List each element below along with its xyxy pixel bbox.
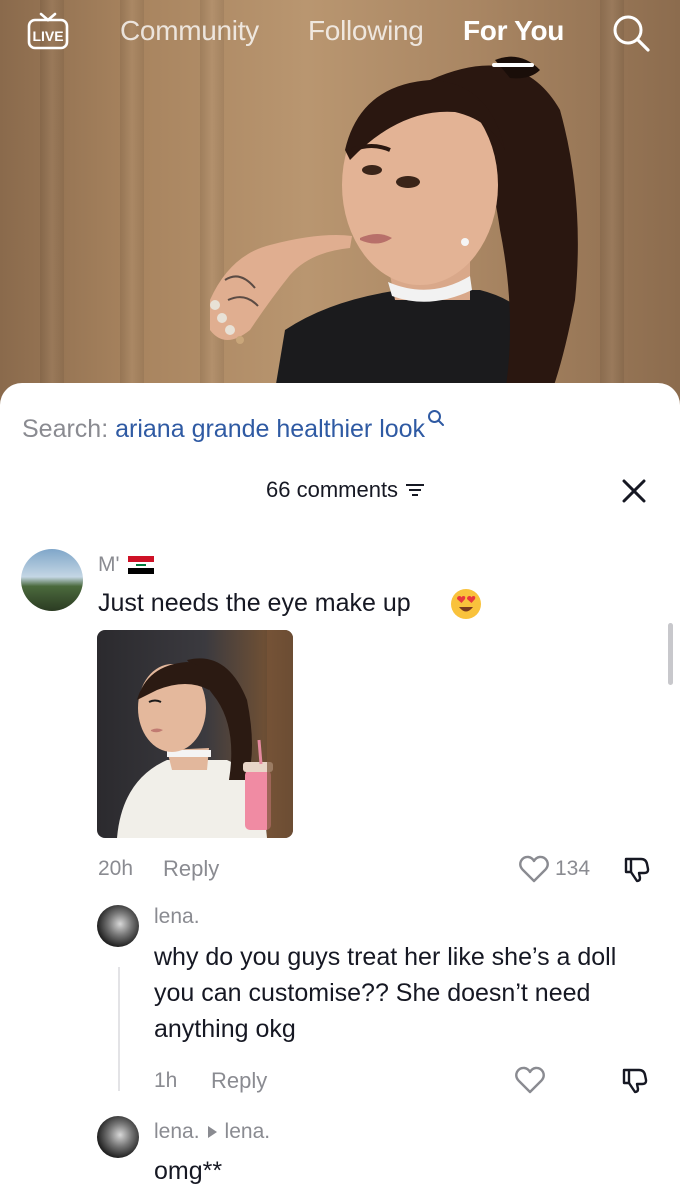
- comment-sort-button[interactable]: 66 comments: [266, 477, 426, 503]
- avatar[interactable]: [21, 549, 83, 611]
- tab-for-you[interactable]: For You: [463, 15, 564, 47]
- filter-icon: [406, 484, 425, 496]
- live-tv-icon[interactable]: LIVE: [26, 10, 70, 54]
- reply-button[interactable]: Reply: [211, 1068, 267, 1094]
- reply-thread-line: [118, 967, 120, 1091]
- related-search-link[interactable]: Search: ariana grande healthier look: [22, 409, 445, 444]
- tab-community[interactable]: Community: [120, 15, 259, 47]
- reply-button[interactable]: Reply: [163, 856, 219, 882]
- like-count: 134: [555, 857, 591, 880]
- reply-to-username[interactable]: lena.: [225, 1120, 271, 1144]
- reply-username[interactable]: lena.: [154, 905, 200, 929]
- comment-count: 66 comments: [266, 477, 399, 502]
- search-prefix: Search:: [22, 415, 109, 443]
- top-navigation: LIVE Community Following For You: [0, 0, 680, 72]
- dislike-icon[interactable]: [620, 1065, 650, 1095]
- live-label: LIVE: [32, 28, 63, 44]
- reply-timestamp: 1h: [154, 1069, 178, 1092]
- comments-sheet: Search: ariana grande healthier look 66 …: [0, 383, 680, 1200]
- search-small-icon: [428, 410, 445, 426]
- reply-text: why do you guys treat her like she’s a d…: [154, 943, 617, 1043]
- reply-username[interactable]: lena.: [154, 1120, 200, 1144]
- comment-text: Just needs the eye make up: [98, 589, 411, 617]
- tab-following[interactable]: Following: [308, 15, 424, 47]
- comment-photo: [117, 630, 293, 838]
- search-query[interactable]: ariana grande healthier look: [115, 415, 425, 443]
- avatar[interactable]: [97, 905, 139, 947]
- dislike-icon[interactable]: [622, 854, 652, 884]
- active-tab-indicator: [492, 63, 534, 67]
- comment-attached-image[interactable]: [97, 630, 293, 838]
- comments-header: 66 comments: [0, 477, 680, 509]
- avatar[interactable]: [97, 1116, 139, 1158]
- comment-timestamp: 20h: [98, 857, 134, 880]
- comment-username[interactable]: M': [98, 553, 120, 577]
- heart-icon[interactable]: [518, 854, 550, 884]
- search-icon[interactable]: [610, 12, 652, 54]
- heart-eyes-emoji-icon: [451, 589, 481, 619]
- scrollbar[interactable]: [668, 623, 673, 685]
- reply-text: omg**: [154, 1157, 223, 1185]
- heart-icon[interactable]: [514, 1065, 546, 1095]
- close-icon[interactable]: [620, 477, 648, 505]
- reply-username-group[interactable]: lena. lena.: [154, 1120, 270, 1144]
- iraq-flag-icon: [128, 556, 154, 574]
- reply-to-arrow-icon: [207, 1126, 217, 1138]
